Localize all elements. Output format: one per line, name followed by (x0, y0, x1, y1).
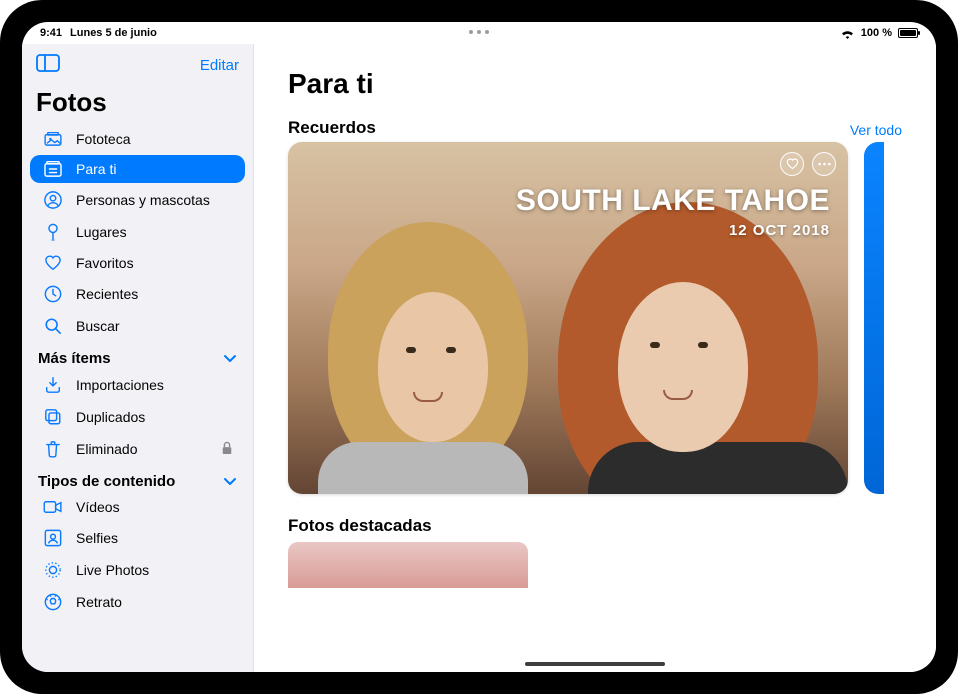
people-icon (42, 191, 64, 209)
clock-icon (42, 285, 64, 303)
pin-icon (42, 223, 64, 241)
sidebar-item-label: Selfies (76, 530, 118, 546)
memories-header: Recuerdos (288, 118, 376, 138)
sidebar-item-label: Fototeca (76, 131, 130, 147)
sidebar-item-recents[interactable]: Recientes (30, 279, 245, 309)
sidebar-item-label: Vídeos (76, 499, 120, 515)
live-photos-icon (42, 561, 64, 579)
sidebar-item-label: Personas y mascotas (76, 192, 210, 208)
featured-header: Fotos destacadas (288, 516, 936, 536)
import-icon (42, 376, 64, 394)
memory-more-button[interactable] (812, 152, 836, 176)
sidebar: Editar Fotos Fototeca Para ti (22, 44, 254, 672)
edit-button[interactable]: Editar (200, 57, 239, 74)
sidebar-app-title: Fotos (22, 87, 253, 124)
heart-icon (42, 255, 64, 271)
sidebar-item-places[interactable]: Lugares (30, 217, 245, 247)
sidebar-item-label: Recientes (76, 286, 138, 302)
sidebar-item-label: Eliminado (76, 441, 137, 457)
sidebar-item-label: Importaciones (76, 377, 164, 393)
trash-icon (42, 440, 64, 458)
chevron-down-icon (223, 473, 237, 490)
sidebar-item-search[interactable]: Buscar (30, 311, 245, 341)
memory-card[interactable]: SOUTH LAKE TAHOE 12 OCT 2018 (288, 142, 848, 494)
video-icon (42, 500, 64, 514)
multitask-indicator[interactable] (469, 24, 489, 34)
sidebar-item-imports[interactable]: Importaciones (30, 370, 245, 400)
sidebar-item-favorites[interactable]: Favoritos (30, 249, 245, 277)
sidebar-item-label: Retrato (76, 594, 122, 610)
portrait-icon (42, 593, 64, 611)
sidebar-item-label: Favoritos (76, 255, 134, 271)
status-time: 9:41 (40, 27, 62, 39)
sidebar-item-selfies[interactable]: Selfies (30, 523, 245, 553)
memory-date: 12 OCT 2018 (729, 222, 830, 239)
sidebar-toggle-icon[interactable] (36, 54, 60, 77)
for-you-icon (42, 161, 64, 177)
page-title: Para ti (288, 68, 936, 100)
sidebar-item-label: Live Photos (76, 562, 149, 578)
sidebar-item-people-pets[interactable]: Personas y mascotas (30, 185, 245, 215)
sidebar-item-portrait[interactable]: Retrato (30, 587, 245, 617)
sidebar-item-library[interactable]: Fototeca (30, 125, 245, 153)
wifi-icon (840, 28, 855, 39)
favorite-memory-button[interactable] (780, 152, 804, 176)
sidebar-item-live-photos[interactable]: Live Photos (30, 555, 245, 585)
sidebar-item-videos[interactable]: Vídeos (30, 493, 245, 521)
sidebar-item-for-you[interactable]: Para ti (30, 155, 245, 183)
sidebar-item-duplicates[interactable]: Duplicados (30, 402, 245, 432)
sidebar-item-label: Buscar (76, 318, 120, 334)
home-indicator[interactable] (525, 662, 665, 666)
search-icon (42, 317, 64, 335)
sidebar-item-label: Para ti (76, 161, 116, 177)
battery-icon (898, 28, 918, 38)
see-all-memories-button[interactable]: Ver todo (850, 122, 902, 138)
sidebar-item-deleted[interactable]: Eliminado (30, 434, 245, 464)
section-label: Más ítems (38, 350, 111, 367)
library-icon (42, 132, 64, 146)
sidebar-item-label: Duplicados (76, 409, 145, 425)
battery-percent: 100 % (861, 27, 892, 39)
duplicates-icon (42, 408, 64, 426)
sidebar-item-label: Lugares (76, 224, 127, 240)
chevron-down-icon (223, 350, 237, 367)
selfies-icon (42, 529, 64, 547)
memory-title: SOUTH LAKE TAHOE (516, 184, 830, 218)
featured-photo-card[interactable] (288, 542, 528, 588)
section-label: Tipos de contenido (38, 473, 175, 490)
lock-icon (221, 441, 233, 458)
memory-card-next[interactable] (864, 142, 884, 494)
main-content: Para ti Recuerdos Ver todo (254, 44, 936, 672)
status-date: Lunes 5 de junio (70, 27, 157, 39)
sidebar-section-content-types[interactable]: Tipos de contenido (22, 465, 253, 492)
sidebar-section-more-items[interactable]: Más ítems (22, 342, 253, 369)
